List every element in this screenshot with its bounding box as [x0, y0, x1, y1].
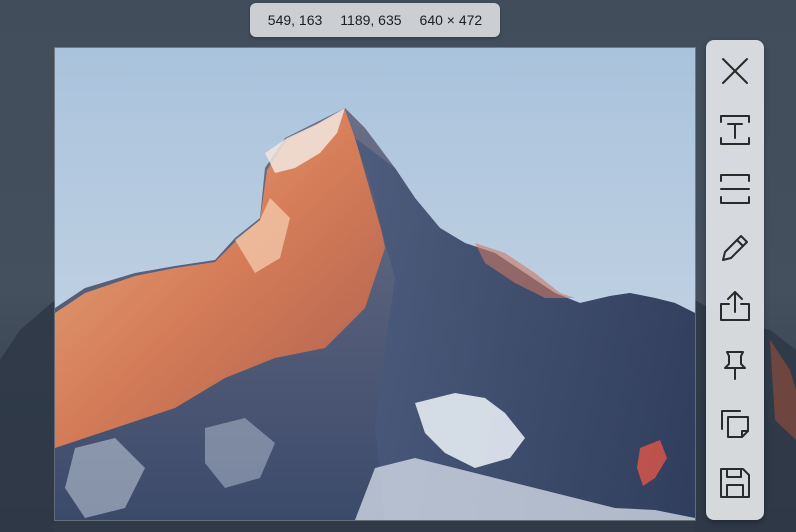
annotate-button[interactable] [713, 226, 757, 269]
pin-button[interactable] [713, 344, 757, 387]
selection-start-coords: 549, 163 [267, 12, 323, 28]
extract-text-button[interactable] [713, 109, 757, 152]
mountain-photo [55, 48, 695, 520]
capture-toolbar [706, 40, 764, 520]
capture-selection-region[interactable] [54, 47, 696, 521]
scroll-capture-button[interactable] [713, 168, 757, 211]
copy-icon [721, 409, 749, 438]
long-screenshot-icon [720, 173, 750, 204]
selection-size: 640 × 472 [419, 12, 483, 28]
share-icon [720, 291, 750, 322]
selection-end-coords: 1189, 635 [340, 12, 402, 28]
close-icon [722, 58, 748, 85]
save-icon [720, 467, 750, 498]
close-button[interactable] [713, 50, 757, 93]
copy-button[interactable] [713, 403, 757, 446]
share-button[interactable] [713, 285, 757, 328]
save-button[interactable] [713, 461, 757, 504]
text-extract-icon [720, 115, 750, 146]
pin-icon [724, 351, 746, 381]
coordinate-info-bar: 549, 163 1189, 635 640 × 472 [250, 3, 500, 37]
pencil-icon [722, 234, 748, 261]
